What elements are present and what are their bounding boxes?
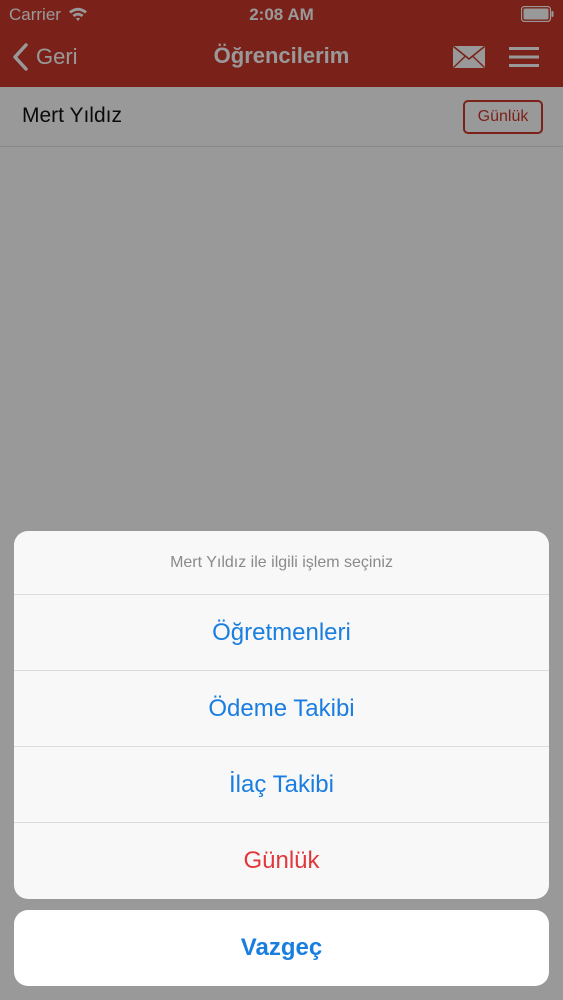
- cancel-button[interactable]: Vazgeç: [14, 910, 549, 986]
- option-diary[interactable]: Günlük: [14, 823, 549, 899]
- option-teachers[interactable]: Öğretmenleri: [14, 595, 549, 671]
- action-sheet-title: Mert Yıldız ile ilgili işlem seçiniz: [14, 531, 549, 595]
- option-payment-tracking[interactable]: Ödeme Takibi: [14, 671, 549, 747]
- action-sheet: Mert Yıldız ile ilgili işlem seçiniz Öğr…: [14, 531, 549, 899]
- option-medication-tracking[interactable]: İlaç Takibi: [14, 747, 549, 823]
